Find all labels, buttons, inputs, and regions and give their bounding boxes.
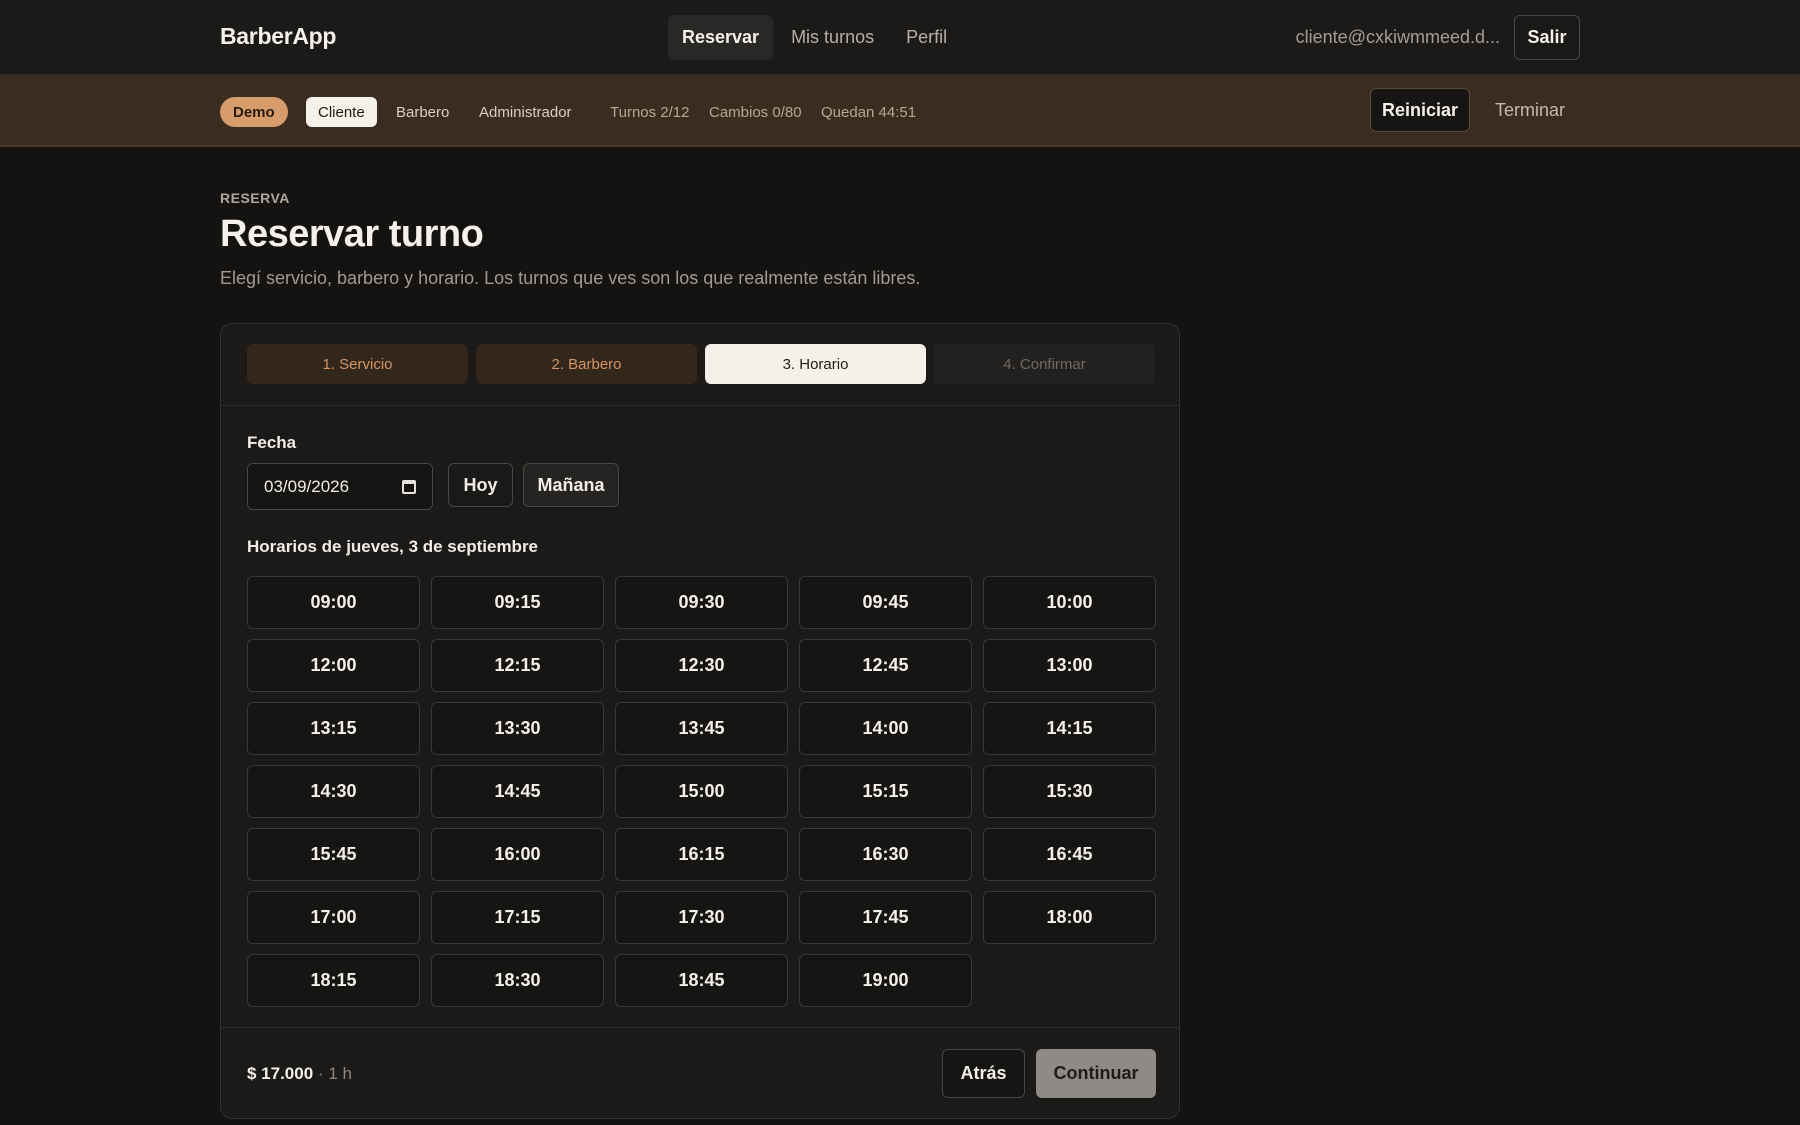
step-servicio[interactable]: 1. Servicio	[247, 344, 468, 384]
time-slot-button[interactable]: 18:45	[615, 954, 788, 1007]
step-confirmar: 4. Confirmar	[934, 344, 1155, 384]
time-slot-button[interactable]: 15:30	[983, 765, 1156, 818]
divider	[221, 405, 1179, 406]
time-slot-button[interactable]: 17:00	[247, 891, 420, 944]
divider	[221, 1027, 1179, 1028]
step-barbero[interactable]: 2. Barbero	[476, 344, 697, 384]
stat-turnos: Turnos 2/12	[610, 103, 690, 121]
time-slot-button[interactable]: 16:15	[615, 828, 788, 881]
nav-mis-turnos[interactable]: Mis turnos	[777, 15, 888, 60]
time-slot-button[interactable]: 09:45	[799, 576, 972, 629]
step-horario[interactable]: 3. Horario	[705, 344, 926, 384]
time-slot-button[interactable]: 16:30	[799, 828, 972, 881]
time-slot-button[interactable]: 09:30	[615, 576, 788, 629]
top-navbar: BarberApp Reservar Mis turnos Perfil cli…	[0, 0, 1800, 75]
back-button[interactable]: Atrás	[942, 1049, 1025, 1098]
time-slot-button[interactable]: 18:15	[247, 954, 420, 1007]
price-summary: $ 17.000 · 1 h	[247, 1064, 352, 1084]
time-slot-button[interactable]: 18:00	[983, 891, 1156, 944]
time-slot-button[interactable]: 14:45	[431, 765, 604, 818]
role-administrador[interactable]: Administrador	[479, 97, 572, 127]
nav-reservar[interactable]: Reservar	[668, 15, 774, 60]
time-slot-button[interactable]: 19:00	[799, 954, 972, 1007]
stat-remaining-time: Quedan 44:51	[821, 103, 917, 121]
time-slot-button[interactable]: 16:00	[431, 828, 604, 881]
time-slot-button[interactable]: 17:45	[799, 891, 972, 944]
time-slot-button[interactable]: 13:00	[983, 639, 1156, 692]
page-title: Reservar turno	[220, 213, 484, 255]
time-slot-button[interactable]: 09:15	[431, 576, 604, 629]
time-slot-button[interactable]: 17:30	[615, 891, 788, 944]
time-slot-button[interactable]: 18:30	[431, 954, 604, 1007]
time-slot-button[interactable]: 09:00	[247, 576, 420, 629]
nav-perfil[interactable]: Perfil	[892, 15, 961, 60]
time-slot-button[interactable]: 12:45	[799, 639, 972, 692]
stat-cambios: Cambios 0/80	[709, 103, 802, 121]
demo-badge: Demo	[220, 97, 288, 127]
end-demo-button[interactable]: Terminar	[1480, 88, 1580, 132]
time-slot-button[interactable]: 17:15	[431, 891, 604, 944]
tomorrow-button[interactable]: Mañana	[523, 463, 619, 507]
time-slot-button[interactable]: 13:30	[431, 702, 604, 755]
logout-button[interactable]: Salir	[1514, 15, 1580, 60]
time-slot-button[interactable]: 15:45	[247, 828, 420, 881]
time-slot-button[interactable]: 12:15	[431, 639, 604, 692]
reset-button[interactable]: Reiniciar	[1370, 88, 1470, 132]
time-slot-button[interactable]: 14:15	[983, 702, 1156, 755]
time-slot-grid: 09:00 09:15 09:30 09:45 10:00 12:00 12:15 12:30…	[247, 576, 1156, 1007]
section-eyebrow: RESERVA	[220, 190, 290, 206]
role-cliente[interactable]: Cliente	[306, 97, 377, 127]
price-amount: $ 17.000	[247, 1064, 314, 1083]
price-separator: ·	[317, 1064, 324, 1083]
main-nav: Reservar Mis turnos Perfil	[668, 15, 961, 60]
calendar-icon[interactable]	[402, 479, 416, 494]
time-slot-button[interactable]: 15:15	[799, 765, 972, 818]
time-slot-button[interactable]: 14:30	[247, 765, 420, 818]
booking-card: 1. Servicio 2. Barbero 3. Horario 4. Con…	[220, 323, 1180, 1119]
time-slot-button[interactable]: 14:00	[799, 702, 972, 755]
time-slot-button[interactable]: 16:45	[983, 828, 1156, 881]
booking-steps: 1. Servicio 2. Barbero 3. Horario 4. Con…	[247, 344, 1155, 384]
continue-button[interactable]: Continuar	[1036, 1049, 1156, 1098]
time-slot-button[interactable]: 13:45	[615, 702, 788, 755]
time-slot-button[interactable]: 15:00	[615, 765, 788, 818]
time-slot-button[interactable]: 12:30	[615, 639, 788, 692]
time-slot-button[interactable]: 12:00	[247, 639, 420, 692]
date-label: Fecha	[247, 433, 297, 452]
time-slot-button[interactable]: 13:15	[247, 702, 420, 755]
date-input[interactable]: 03/09/2026	[247, 463, 433, 510]
user-email: cliente@cxkiwmmeed.d...	[1295, 27, 1500, 47]
demo-bar: Demo Cliente Barbero Administrador Turno…	[0, 75, 1800, 147]
page-subtitle: Elegí servicio, barbero y horario. Los t…	[220, 268, 921, 288]
service-duration: 1 h	[328, 1064, 352, 1083]
date-value: 03/09/2026	[264, 476, 350, 496]
today-button[interactable]: Hoy	[448, 463, 513, 507]
time-slot-button[interactable]: 10:00	[983, 576, 1156, 629]
brand-logo[interactable]: BarberApp	[220, 23, 336, 50]
role-barbero[interactable]: Barbero	[396, 97, 449, 127]
slots-heading: Horarios de jueves, 3 de septiembre	[247, 537, 539, 556]
